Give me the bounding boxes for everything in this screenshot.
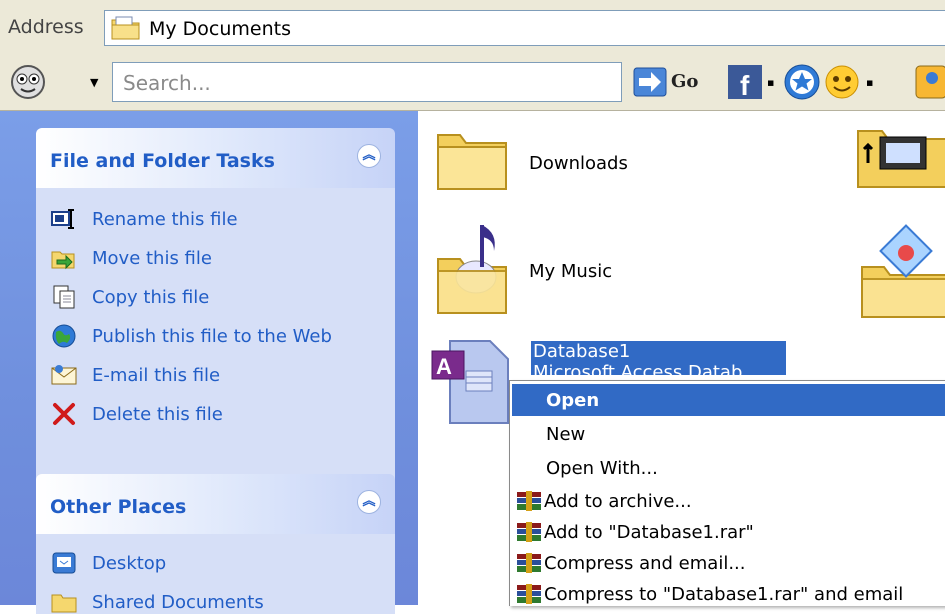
task-delete[interactable]: Delete this file [50,399,223,429]
go-button[interactable]: Go [671,71,698,92]
panel-title: File and Folder Tasks [50,150,275,172]
place-shared-documents[interactable]: Shared Documents [50,587,264,614]
file-database1[interactable]: A [428,337,518,431]
go-arrow-icon[interactable] [633,67,667,101]
menu-item-label: Open With... [546,457,658,479]
desktop-icon [50,549,78,577]
task-label: Rename this file [92,208,238,230]
task-rename[interactable]: Rename this file [50,204,238,234]
task-label: Move this file [92,247,212,269]
panel-body: Desktop Shared Documents [36,534,395,614]
partial-icon[interactable] [914,64,945,104]
file-name: Database1 [533,341,631,362]
panel-title: Other Places [50,496,187,518]
search-toolbar: ▼ Search... Go f ▪ ▪ [0,54,945,111]
menu-item-label: Compress and email... [544,552,746,574]
svg-text:A: A [436,354,452,379]
menu-item-new[interactable]: New [512,418,945,450]
rename-icon [50,205,78,233]
smiley-icon[interactable] [10,64,46,104]
menu-item-label: Compress to "Database1.rar" and email [544,583,904,605]
other-places-panel: Other Places ︽ Desktop Shared Documents [36,474,395,614]
menu-item-add-to-rar[interactable]: Add to "Database1.rar" [512,516,945,548]
access-database-icon: A [431,340,509,424]
publish-globe-icon [50,322,78,350]
task-publish[interactable]: Publish this file to the Web [50,321,332,351]
winrar-icon [516,522,542,547]
smiley-face-icon[interactable] [822,64,862,104]
task-label: Delete this file [92,403,223,425]
search-placeholder: Search... [123,71,211,95]
partial-pictures-folder-icon[interactable] [858,223,945,323]
menu-item-label: Add to archive... [544,490,692,512]
email-icon [50,361,78,389]
task-copy[interactable]: Copy this file [50,282,209,312]
menu-item-label: New [546,423,586,445]
task-label: Copy this file [92,286,210,308]
file-name[interactable]: My Music [529,261,612,282]
copy-icon [50,283,78,311]
delete-x-icon [50,400,78,428]
facebook-icon[interactable]: f [728,65,762,103]
menu-item-compress-email[interactable]: Compress and email... [512,547,945,579]
star-icon[interactable] [782,64,822,104]
menu-item-label: Open [546,389,600,411]
address-field[interactable]: My Documents [104,10,945,46]
partial-media-folder-icon[interactable] [856,121,945,195]
smiley-dropdown-icon[interactable]: ▼ [90,76,98,89]
menu-item-label: Add to "Database1.rar" [544,521,754,543]
facebook-dropdown-icon[interactable]: ▪ [767,76,774,89]
svg-text:f: f [740,70,750,99]
my-documents-folder-icon [111,15,141,45]
menu-item-compress-to-rar-email[interactable]: Compress to "Database1.rar" and email [512,578,945,610]
panel-header[interactable]: Other Places ︽ [36,474,395,534]
task-email[interactable]: E-mail this file [50,360,220,390]
address-value: My Documents [149,18,292,40]
winrar-icon [516,553,542,578]
menu-item-open-with[interactable]: Open With... [512,452,945,484]
task-move[interactable]: Move this file [50,243,212,273]
file-name-selected[interactable]: Database1 Microsoft Access Datab [531,341,786,383]
panel-header[interactable]: File and Folder Tasks ︽ [36,128,395,188]
file-folder-tasks-panel: File and Folder Tasks ︽ Rename this file… [36,128,395,480]
address-bar: Address My Documents [0,0,945,55]
shared-folder-icon [50,588,78,614]
task-label: E-mail this file [92,364,221,386]
menu-item-open[interactable]: Open [512,384,945,416]
music-folder-icon [437,225,507,314]
winrar-icon [516,491,542,516]
panel-body: Rename this file Move this file Copy thi… [36,188,395,480]
collapse-chevron-icon[interactable]: ︽ [357,144,381,168]
toolbar-dropdown-icon[interactable]: ▪ [866,76,873,89]
place-label: Shared Documents [92,591,264,613]
folder-downloads[interactable] [434,125,514,199]
task-pane: File and Folder Tasks ︽ Rename this file… [0,111,418,614]
winrar-icon [516,584,542,609]
context-menu: Open New Open With... Add to archive... … [509,380,945,606]
file-name[interactable]: Downloads [529,153,628,174]
search-input[interactable]: Search... [112,62,622,102]
folder-icon [437,134,507,190]
address-label: Address [8,16,84,38]
task-label: Publish this file to the Web [92,325,332,347]
collapse-chevron-icon[interactable]: ︽ [357,490,381,514]
place-desktop[interactable]: Desktop [50,548,166,578]
menu-item-add-to-archive[interactable]: Add to archive... [512,485,945,517]
move-icon [50,244,78,272]
place-label: Desktop [92,552,167,574]
folder-my-music[interactable] [434,219,514,323]
